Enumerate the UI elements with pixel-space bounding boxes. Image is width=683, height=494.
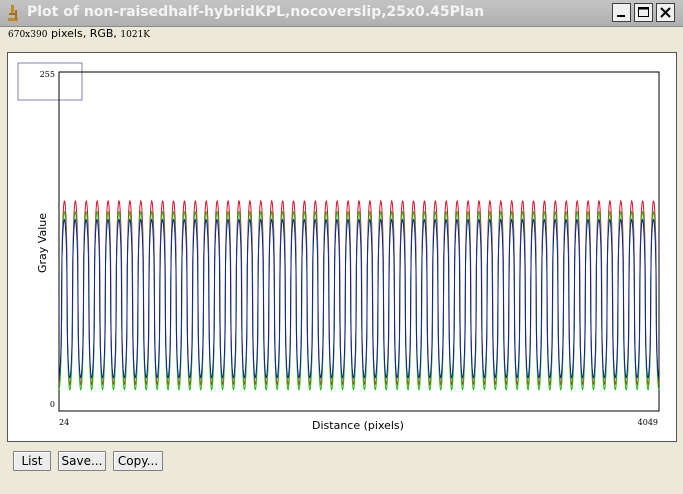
x-tick-min: 24 <box>59 418 69 427</box>
x-axis-label: Distance (pixels) <box>312 419 404 432</box>
maximize-icon <box>638 7 649 17</box>
maximize-button[interactable] <box>634 3 653 22</box>
y-axis-label: Gray Value <box>36 213 49 273</box>
minimize-button[interactable] <box>612 3 631 22</box>
window-title: Plot of non-raisedhalf-hybridKPL,nocover… <box>27 4 485 20</box>
image-info: 670x390 pixels, RGB, 1021K <box>8 27 150 40</box>
title-bar[interactable]: Plot of non-raisedhalf-hybridKPL,nocover… <box>0 0 683 27</box>
profile-plot: 255 0 24 4049 Distance (pixels) Gray Val… <box>17 62 660 432</box>
y-tick-max: 255 <box>40 70 55 79</box>
zoom-indicator[interactable] <box>17 62 83 101</box>
minimize-icon <box>617 15 625 17</box>
list-button[interactable]: List <box>13 451 51 471</box>
close-button[interactable] <box>656 3 675 22</box>
y-tick-min: 0 <box>50 400 55 409</box>
image-size: 1021K <box>120 30 151 40</box>
image-dims: 670x390 <box>8 30 48 40</box>
save-button[interactable]: Save... <box>58 451 106 471</box>
copy-button[interactable]: Copy... <box>113 451 163 471</box>
microscope-icon <box>8 5 18 21</box>
image-mode: pixels, RGB, <box>50 27 117 40</box>
x-tick-max: 4049 <box>638 418 658 427</box>
plot-area: 255 0 24 4049 Distance (pixels) Gray Val… <box>7 52 677 442</box>
close-icon <box>660 7 671 18</box>
